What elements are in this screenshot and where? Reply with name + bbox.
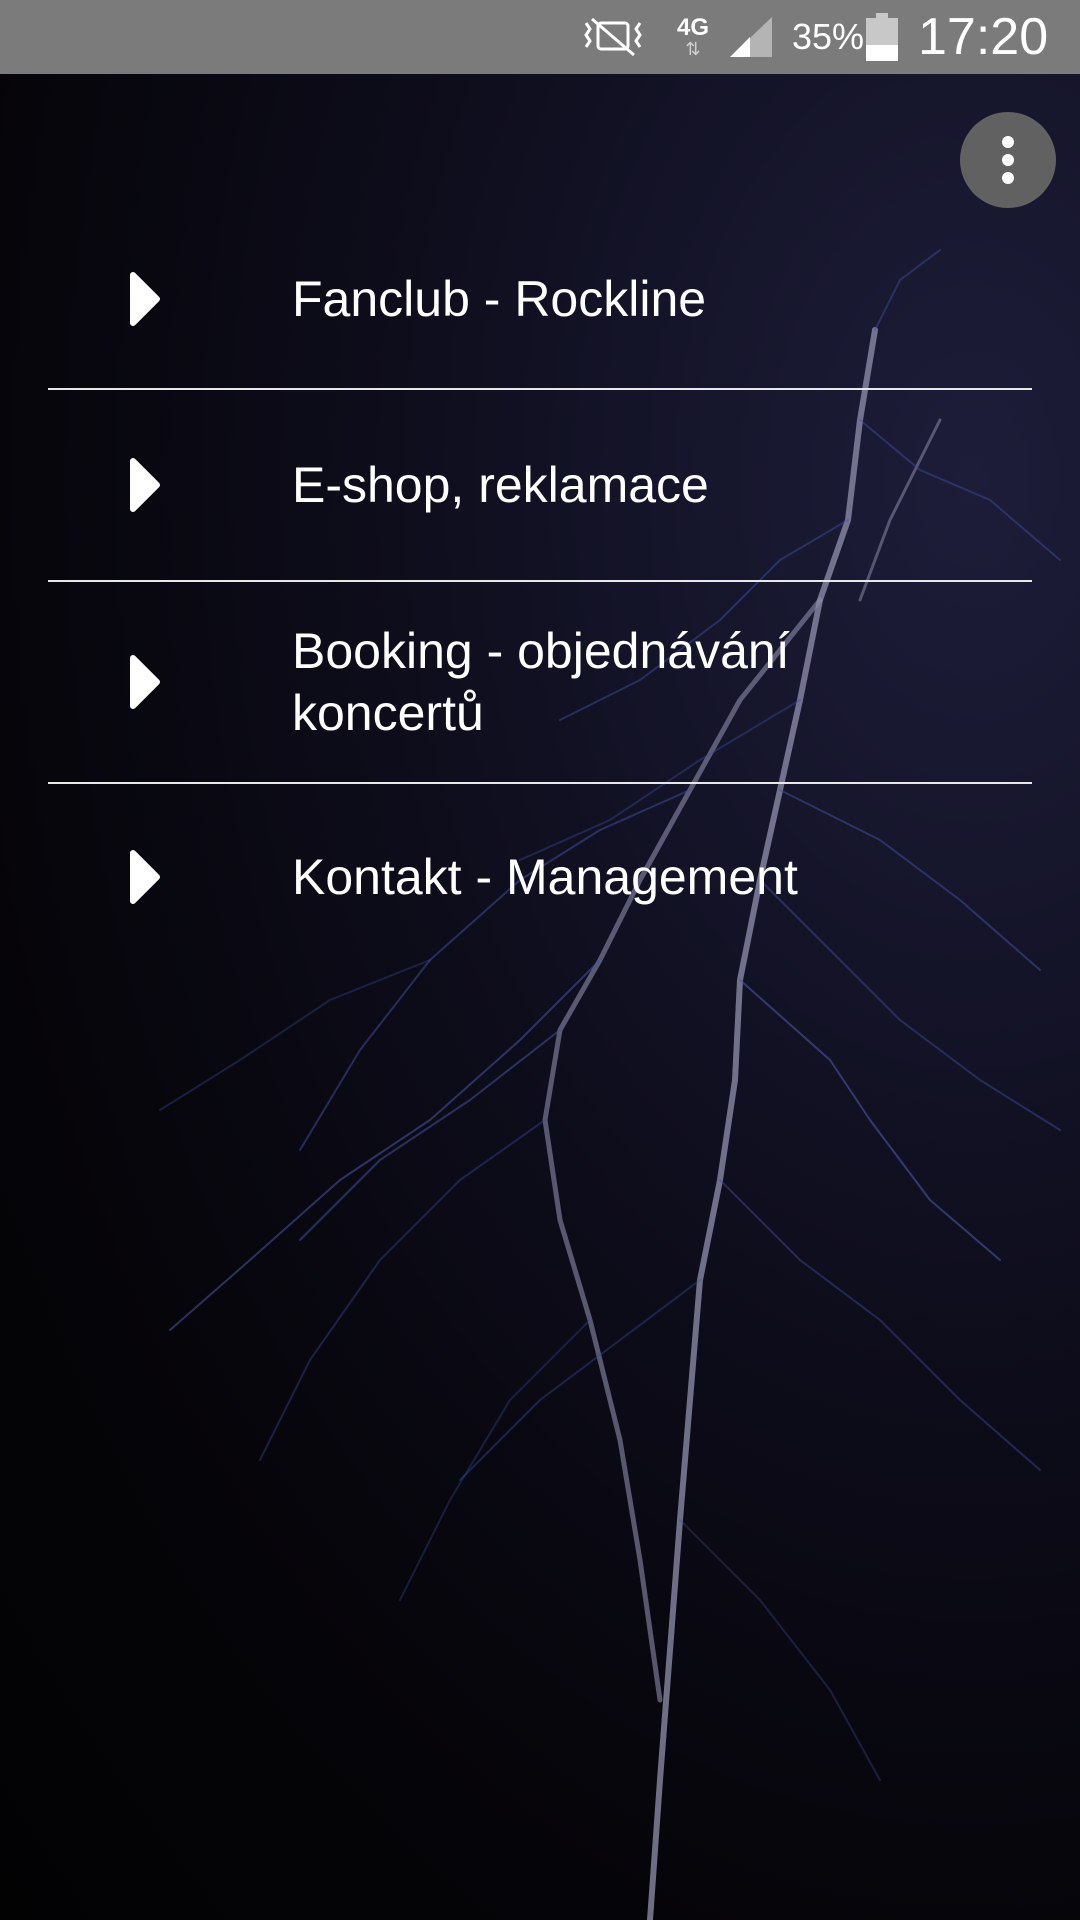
data-activity-icon: ⇅ <box>685 39 701 59</box>
network-4g-icon: 4G ⇅ <box>668 0 718 74</box>
status-bar: 4G ⇅ 35% 17:20 <box>0 0 1080 74</box>
app-screen: 4G ⇅ 35% 17:20 Fanclub - Rockline E-shop… <box>0 0 1080 1920</box>
network-type: 4G <box>676 14 709 41</box>
menu-item-label: Booking - objednávání koncertů <box>292 623 790 741</box>
battery-icon <box>866 0 900 74</box>
menu-item-fanclub[interactable]: Fanclub - Rockline <box>48 210 1032 390</box>
menu-item-label: Fanclub - Rockline <box>292 271 707 327</box>
main-menu: Fanclub - Rockline E-shop, reklamace Boo… <box>48 210 1032 970</box>
clock: 17:20 <box>918 8 1049 66</box>
battery-percent: 35% <box>792 16 865 57</box>
play-arrow-icon <box>130 655 160 709</box>
overflow-menu-button[interactable] <box>960 112 1056 208</box>
play-arrow-icon <box>130 458 160 512</box>
signal-icon <box>726 0 778 74</box>
menu-item-eshop[interactable]: E-shop, reklamace <box>48 390 1032 582</box>
menu-item-label: Kontakt - Management <box>292 849 798 905</box>
menu-item-contact[interactable]: Kontakt - Management <box>48 784 1032 970</box>
menu-item-booking[interactable]: Booking - objednávání koncertů <box>48 582 1032 784</box>
menu-item-label: E-shop, reklamace <box>292 457 709 513</box>
more-vert-icon <box>1002 136 1014 184</box>
mute-vibrate-icon <box>578 0 652 74</box>
play-arrow-icon <box>130 272 160 326</box>
play-arrow-icon <box>130 850 160 904</box>
